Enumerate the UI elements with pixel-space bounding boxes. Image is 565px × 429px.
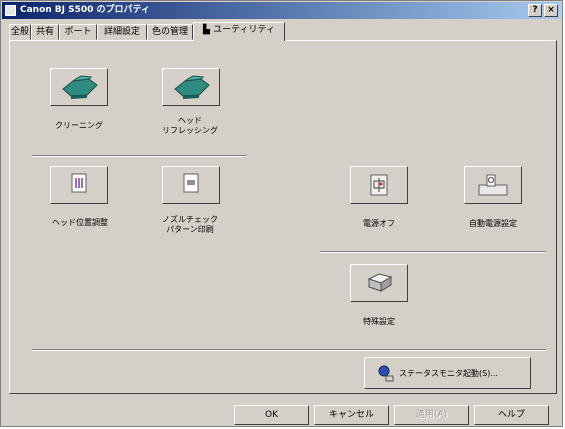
power-off-icon (370, 174, 388, 196)
alignment-page-icon (71, 173, 87, 193)
special-settings-label: 特殊設定 (363, 317, 395, 326)
separator (32, 155, 247, 157)
auto-power-icon (478, 174, 508, 196)
cancel-button[interactable]: キャンセル (314, 405, 389, 425)
tab-advanced[interactable]: 詳細設定 (97, 24, 147, 40)
deep-cleaning-label: ヘッド リフレッシング (162, 116, 218, 135)
tab-ports[interactable]: ポート (59, 24, 97, 40)
tab-sharing[interactable]: 共有 (31, 24, 59, 40)
tab-utility-label: ユーティリティ (213, 25, 275, 35)
head-alignment-label: ヘッド位置調整 (52, 218, 108, 227)
nozzle-pattern-icon (183, 173, 199, 193)
ok-button[interactable]: OK (234, 405, 309, 425)
power-off-label: 電源オフ (363, 219, 395, 228)
separator (320, 251, 546, 253)
tab-color-management[interactable]: 色の管理 (147, 24, 193, 40)
printer-teal-icon (62, 75, 98, 99)
utility-panel: クリーニング ヘッド リフレッシング ヘッド位置調整 ノズルチェック パターン印… (9, 40, 557, 394)
special-settings-button[interactable] (350, 264, 408, 302)
help-title-button[interactable]: ? (528, 4, 542, 17)
cleaning-label: クリーニング (55, 121, 103, 130)
help-button[interactable]: ヘルプ (474, 405, 549, 425)
tab-utility[interactable]: ▙ ユーティリティ (193, 22, 285, 41)
power-off-button[interactable] (350, 166, 408, 204)
special-settings-printer-icon (367, 273, 393, 292)
deep-cleaning-button[interactable] (162, 68, 220, 106)
nozzle-check-label: ノズルチェック パターン印刷 (162, 215, 218, 234)
status-monitor-icon (378, 365, 394, 382)
apply-button[interactable]: 適用(A) (394, 405, 469, 425)
separator (32, 349, 546, 351)
auto-power-label: 自動電源設定 (469, 219, 517, 228)
head-alignment-button[interactable] (50, 166, 108, 204)
close-button[interactable]: × (544, 4, 558, 17)
nozzle-check-button[interactable] (162, 166, 220, 204)
auto-power-button[interactable] (464, 166, 522, 204)
window-title: Canon BJ S500 のプロパティ (20, 5, 151, 15)
tab-general[interactable]: 全般 (9, 24, 31, 40)
title-bar[interactable]: Canon BJ S500 のプロパティ ? × (2, 2, 561, 19)
cleaning-button[interactable] (50, 68, 108, 106)
properties-window: Canon BJ S500 のプロパティ ? × 全般 共有 ポート 詳細設定 … (0, 0, 563, 427)
status-monitor-label: ステータスモニタ起動(S)... (399, 369, 498, 378)
tab-strip: 全般 共有 ポート 詳細設定 色の管理 ▙ ユーティリティ (9, 22, 554, 41)
printer-app-icon (5, 5, 16, 16)
utility-tab-icon: ▙ (203, 25, 214, 35)
printer-teal-icon (174, 75, 210, 99)
status-monitor-button[interactable]: ステータスモニタ起動(S)... (364, 357, 531, 389)
